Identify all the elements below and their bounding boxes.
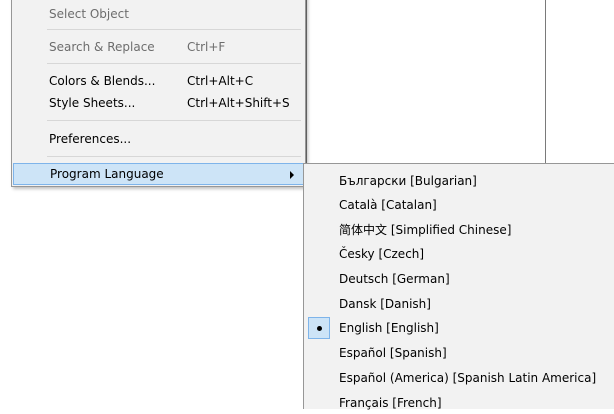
menu-separator bbox=[47, 156, 301, 157]
menu-item-shortcut: Ctrl+Alt+C bbox=[187, 74, 254, 88]
menu-item-search-replace[interactable]: Search & Replace Ctrl+F bbox=[14, 36, 303, 58]
language-item-spanish-latin-america[interactable]: Español (America) [Spanish Latin America… bbox=[306, 367, 612, 389]
language-item-bulgarian[interactable]: Български [Bulgarian] bbox=[306, 170, 612, 192]
language-item-label: Español (America) [Spanish Latin America… bbox=[339, 371, 597, 385]
menu-separator bbox=[47, 120, 301, 121]
language-item-catalan[interactable]: Català [Catalan] bbox=[306, 194, 612, 216]
language-item-label: Česky [Czech] bbox=[339, 247, 425, 261]
menu-item-preferences[interactable]: Preferences... bbox=[14, 128, 303, 150]
language-item-spanish[interactable]: Español [Spanish] bbox=[306, 342, 612, 364]
menu-item-label: Program Language bbox=[50, 167, 164, 181]
menu-item-shortcut: Ctrl+Alt+Shift+S bbox=[187, 96, 290, 110]
radio-bullet-icon bbox=[317, 326, 322, 331]
language-item-czech[interactable]: Česky [Czech] bbox=[306, 243, 612, 265]
language-item-label: English [English] bbox=[339, 321, 439, 335]
menu-item-label: Select Object bbox=[49, 7, 129, 21]
menu-item-label: Search & Replace bbox=[49, 40, 155, 54]
document-canvas bbox=[306, 0, 546, 165]
menu-item-select-object[interactable]: Select Object bbox=[14, 3, 303, 25]
language-item-simplified-chinese[interactable]: 简体中文 [Simplified Chinese] bbox=[306, 218, 612, 240]
language-item-label: Dansk [Danish] bbox=[339, 297, 431, 311]
language-item-label: 简体中文 [Simplified Chinese] bbox=[339, 222, 512, 237]
language-item-danish[interactable]: Dansk [Danish] bbox=[306, 293, 612, 315]
menu-item-shortcut: Ctrl+F bbox=[187, 40, 226, 54]
menu-separator bbox=[47, 29, 301, 30]
menu-item-style-sheets[interactable]: Style Sheets... Ctrl+Alt+Shift+S bbox=[14, 92, 303, 114]
submenu-arrow-icon bbox=[290, 171, 294, 179]
menu-item-label: Style Sheets... bbox=[49, 96, 136, 110]
language-item-label: Français [French] bbox=[339, 396, 442, 410]
menu-item-colors-blends[interactable]: Colors & Blends... Ctrl+Alt+C bbox=[14, 70, 303, 92]
menu-separator bbox=[47, 63, 301, 64]
menu-item-program-language[interactable]: Program Language bbox=[13, 163, 304, 185]
language-item-english[interactable]: English [English] bbox=[306, 317, 612, 339]
menu-item-label: Preferences... bbox=[49, 132, 132, 146]
menu-item-label: Colors & Blends... bbox=[49, 74, 156, 88]
language-item-label: Català [Catalan] bbox=[339, 198, 437, 212]
context-menu: Select Object Search & Replace Ctrl+F Co… bbox=[11, 0, 306, 187]
language-item-german[interactable]: Deutsch [German] bbox=[306, 268, 612, 290]
language-item-label: Deutsch [German] bbox=[339, 272, 450, 286]
checkmark-box bbox=[308, 317, 330, 339]
language-item-french[interactable]: Français [French] bbox=[306, 392, 612, 414]
language-item-label: Español [Spanish] bbox=[339, 346, 447, 360]
language-item-label: Български [Bulgarian] bbox=[339, 174, 477, 188]
language-submenu: Български [Bulgarian] Català [Catalan] 简… bbox=[303, 163, 614, 410]
